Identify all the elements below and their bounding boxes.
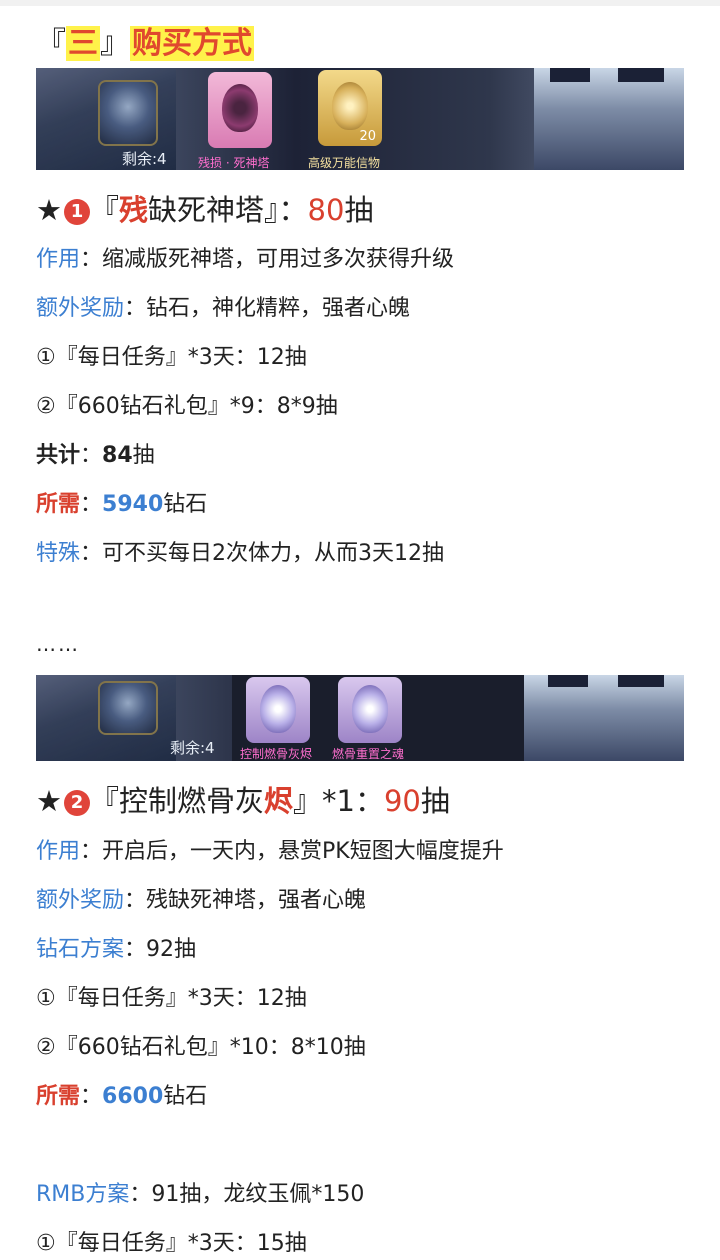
star-icon: ★ bbox=[36, 193, 62, 227]
required-unit: 钻石 bbox=[163, 1084, 208, 1109]
pull-unit: 抽 bbox=[344, 193, 374, 227]
item-1-gift-pack: ②『660钻石礼包』*9：8*9抽 bbox=[36, 394, 338, 419]
rmb-plan-label: RMB方案 bbox=[36, 1182, 130, 1207]
special-text: ：可不买每日2次体力，从而3天12抽 bbox=[80, 541, 445, 566]
item-name-highlight: 烬 bbox=[264, 784, 294, 818]
item-2-diamond-plan: 钻石方案：92抽 bbox=[36, 934, 196, 966]
bracket-close: 』 bbox=[100, 26, 130, 61]
item-name-open: 『控制燃骨灰 bbox=[90, 784, 265, 818]
required-label: 所需 bbox=[36, 1084, 81, 1109]
effect-text: ：缩减版死神塔，可用过多次获得升级 bbox=[80, 247, 455, 272]
item-name-highlight: 残 bbox=[119, 193, 149, 227]
banner-background-art-right bbox=[534, 68, 684, 170]
ellipsis: …… bbox=[36, 632, 80, 656]
effect-label: 作用 bbox=[36, 839, 81, 864]
bone-ash-item-icon bbox=[246, 677, 310, 743]
pull-count: 80 bbox=[307, 193, 345, 227]
item-2-daily-task: ①『每日任务』*3天：12抽 bbox=[36, 986, 307, 1011]
remaining-count: 剩余:4 bbox=[170, 739, 215, 757]
number-badge: 1 bbox=[64, 199, 90, 225]
bonus-text: ：钻石，神化精粹，强者心魄 bbox=[124, 296, 411, 321]
pull-count: 90 bbox=[383, 784, 421, 818]
remaining-count: 剩余:4 bbox=[122, 150, 167, 168]
banner-background-art bbox=[36, 675, 176, 761]
rmb-plan-text: ：91抽，龙纹玉佩*150 bbox=[129, 1182, 365, 1207]
required-unit: 钻石 bbox=[163, 492, 208, 517]
number-badge: 2 bbox=[64, 790, 90, 816]
item-banner-2: 剩余:4 控制燃骨灰烬 燃骨重置之魂 bbox=[36, 675, 684, 761]
separator: ： bbox=[80, 1084, 103, 1109]
separator: ： bbox=[80, 492, 103, 517]
trident-crest-icon bbox=[98, 80, 158, 146]
item-1-total: 共计：84抽 bbox=[36, 440, 155, 472]
item-name-rest: 缺死神塔』： bbox=[148, 193, 308, 227]
total-value: 84 bbox=[102, 443, 133, 468]
item-name-open: 『 bbox=[90, 193, 120, 227]
bonus-label: 额外奖励 bbox=[36, 888, 125, 913]
effect-text: ：开启后，一天内，悬赏PK短图大幅度提升 bbox=[80, 839, 504, 864]
item-label-bone-soul: 燃骨重置之魂 bbox=[332, 747, 405, 761]
item-label-universal-token: 高级万能信物 bbox=[308, 156, 381, 170]
bonus-text: ：残缺死神塔，强者心魄 bbox=[124, 888, 367, 913]
item-name-rest: 』*1： bbox=[293, 784, 384, 818]
star-icon: ★ bbox=[36, 784, 62, 818]
item-count: 20 bbox=[359, 129, 376, 144]
separator: ： bbox=[80, 443, 103, 468]
item-1-heading: ★ 1 『残缺死神塔』：80抽 bbox=[36, 190, 373, 230]
banner-background-art-right bbox=[524, 675, 684, 761]
total-label: 共计 bbox=[36, 443, 81, 468]
diamond-plan-label: 钻石方案 bbox=[36, 937, 125, 962]
bonus-label: 额外奖励 bbox=[36, 296, 125, 321]
item-1-required: 所需：5940钻石 bbox=[36, 489, 207, 521]
item-2-rmb-plan: RMB方案：91抽，龙纹玉佩*150 bbox=[36, 1179, 364, 1211]
trident-crest-icon bbox=[98, 681, 158, 735]
item-banner-1: 剩余:4 20 残损 · 死神塔 高级万能信物 bbox=[36, 68, 684, 170]
special-label: 特殊 bbox=[36, 541, 81, 566]
required-label: 所需 bbox=[36, 492, 81, 517]
required-value: 6600 bbox=[102, 1084, 164, 1109]
item-1-effect: 作用：缩减版死神塔，可用过多次获得升级 bbox=[36, 244, 454, 276]
bracket-open: 『 bbox=[36, 26, 66, 61]
item-2-effect: 作用：开启后，一天内，悬赏PK短图大幅度提升 bbox=[36, 836, 504, 868]
section-title: 『三』购买方式 bbox=[36, 22, 254, 66]
item-1-special: 特殊：可不买每日2次体力，从而3天12抽 bbox=[36, 538, 444, 570]
item-2-required: 所需：6600钻石 bbox=[36, 1081, 207, 1113]
diamond-plan-text: ：92抽 bbox=[124, 937, 197, 962]
item-2-bonus: 额外奖励：残缺死神塔，强者心魄 bbox=[36, 885, 366, 917]
total-unit: 抽 bbox=[132, 443, 155, 468]
death-tower-item-icon bbox=[208, 72, 272, 148]
item-1-daily-task: ①『每日任务』*3天：12抽 bbox=[36, 345, 307, 370]
effect-label: 作用 bbox=[36, 247, 81, 272]
section-title-text: 购买方式 bbox=[130, 26, 254, 61]
item-2-heading: ★ 2 『控制燃骨灰烬』*1：90抽 bbox=[36, 781, 450, 821]
universal-token-item-icon: 20 bbox=[318, 70, 382, 146]
section-number: 三 bbox=[66, 26, 100, 61]
item-2-rmb-daily-task: ①『每日任务』*3天：15抽 bbox=[36, 1231, 307, 1256]
item-1-bonus: 额外奖励：钻石，神化精粹，强者心魄 bbox=[36, 293, 410, 325]
item-2-gift-pack: ②『660钻石礼包』*10：8*10抽 bbox=[36, 1035, 366, 1060]
top-divider bbox=[0, 0, 720, 6]
item-label-death-tower: 残损 · 死神塔 bbox=[198, 156, 270, 170]
required-value: 5940 bbox=[102, 492, 164, 517]
item-label-bone-ash: 控制燃骨灰烬 bbox=[240, 747, 313, 761]
pull-unit: 抽 bbox=[420, 784, 450, 818]
bone-soul-item-icon bbox=[338, 677, 402, 743]
